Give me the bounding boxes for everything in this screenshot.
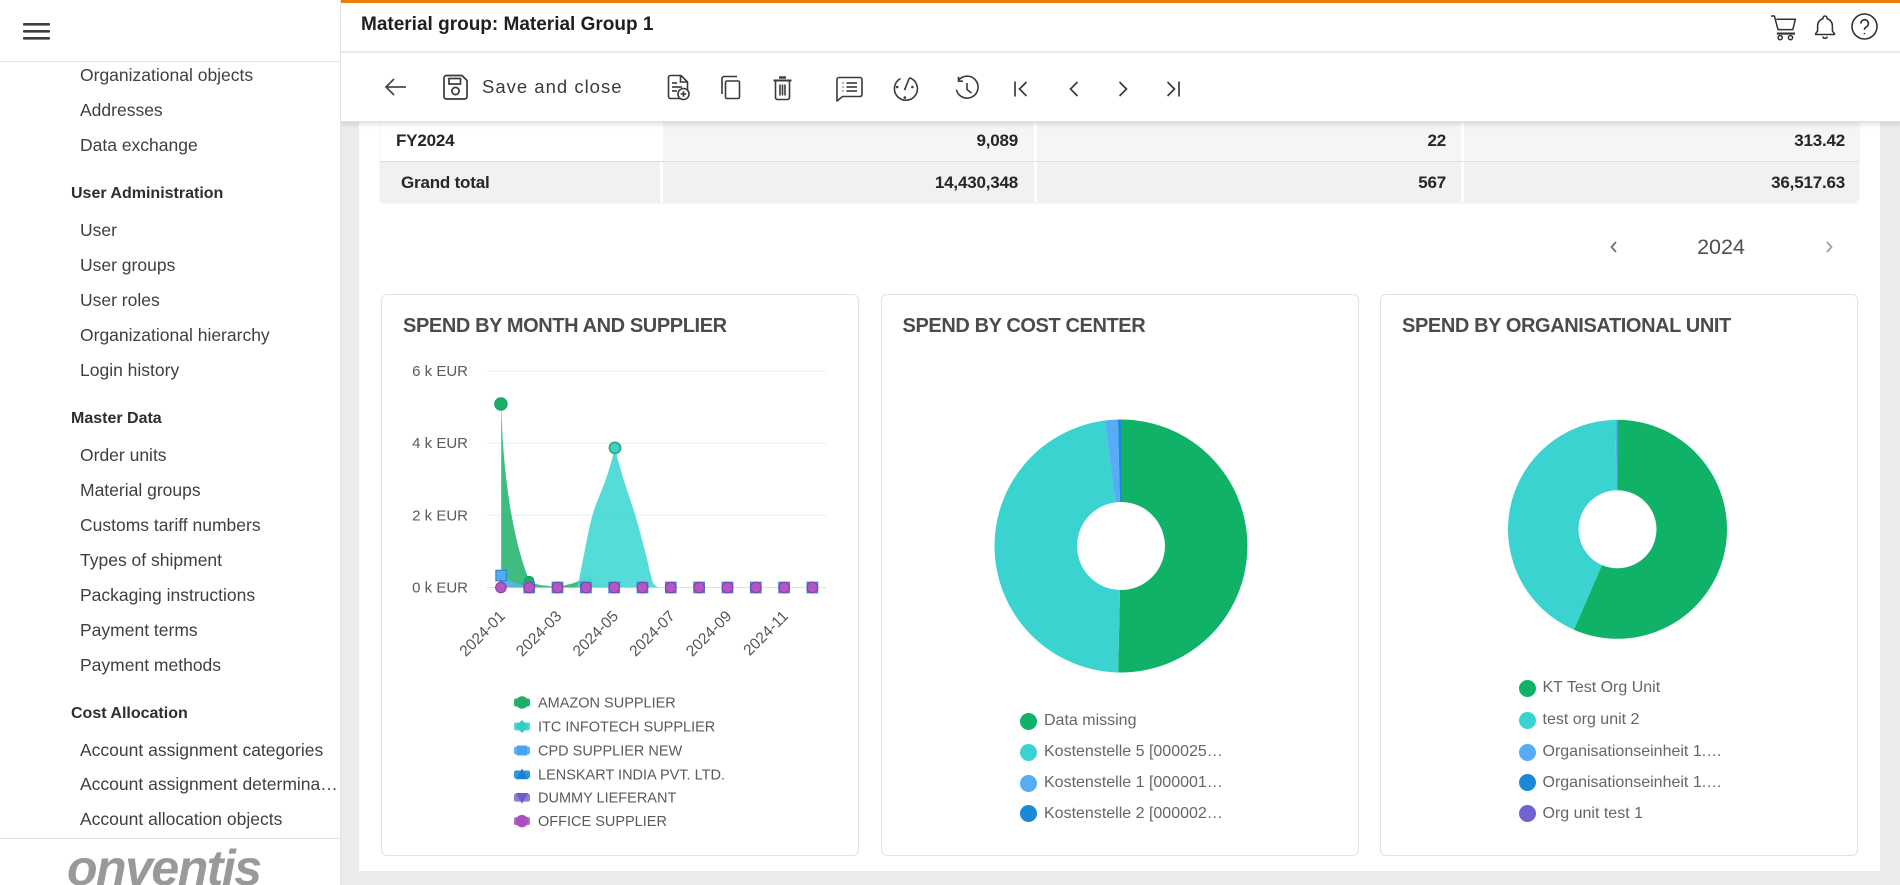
svg-text:LENSKART INDIA PVT. LTD.: LENSKART INDIA PVT. LTD. bbox=[538, 768, 725, 784]
svg-text:2024-01: 2024-01 bbox=[457, 608, 509, 660]
svg-text:2024-05: 2024-05 bbox=[570, 608, 622, 660]
svg-text:2024-09: 2024-09 bbox=[683, 608, 735, 660]
svg-text:AMAZON SUPPLIER: AMAZON SUPPLIER bbox=[538, 696, 676, 712]
svg-text:4 k EUR: 4 k EUR bbox=[412, 435, 468, 452]
svg-text:0 k EUR: 0 k EUR bbox=[412, 580, 468, 597]
svg-text:6 k EUR: 6 k EUR bbox=[412, 363, 468, 380]
svg-text:OFFICE SUPPLIER: OFFICE SUPPLIER bbox=[538, 814, 667, 830]
svg-text:ITC INFOTECH SUPPLIER: ITC INFOTECH SUPPLIER bbox=[538, 720, 715, 736]
svg-text:2024-07: 2024-07 bbox=[626, 608, 678, 660]
svg-text:DUMMY LIEFERANT: DUMMY LIEFERANT bbox=[538, 791, 676, 807]
svg-text:2 k EUR: 2 k EUR bbox=[412, 507, 468, 524]
svg-text:2024-11: 2024-11 bbox=[740, 608, 791, 659]
svg-text:2024-03: 2024-03 bbox=[513, 608, 565, 660]
svg-text:CPD SUPPLIER NEW: CPD SUPPLIER NEW bbox=[538, 744, 683, 760]
